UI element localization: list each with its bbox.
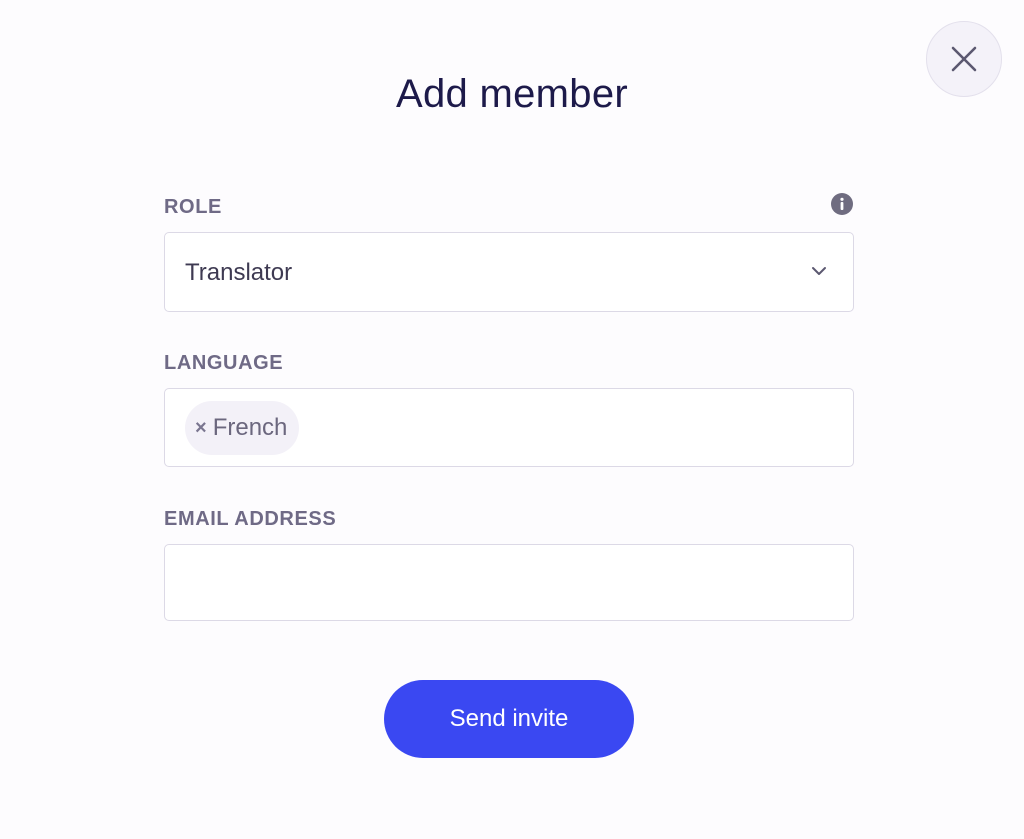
info-icon[interactable] (831, 193, 853, 215)
email-input[interactable] (164, 544, 854, 621)
language-multiselect[interactable]: × French (164, 388, 854, 467)
language-chip-label: French (212, 414, 288, 441)
role-label: ROLE (164, 196, 222, 218)
dialog-title: Add member (396, 72, 628, 116)
close-icon (951, 46, 977, 72)
role-select[interactable]: Translator (164, 232, 854, 312)
language-chip-french: × French (185, 401, 300, 455)
send-invite-button[interactable]: Send invite (384, 680, 634, 758)
add-member-dialog: Add member ROLE Translator LANGUAGE × Fr… (0, 0, 1024, 839)
email-label: EMAIL ADDRESS (164, 508, 337, 530)
role-selected-value: Translator (185, 259, 293, 286)
info-glyph (840, 197, 844, 210)
chevron-down-icon (812, 267, 826, 275)
remove-chip-icon[interactable]: × (195, 417, 207, 440)
language-label: LANGUAGE (164, 352, 284, 374)
